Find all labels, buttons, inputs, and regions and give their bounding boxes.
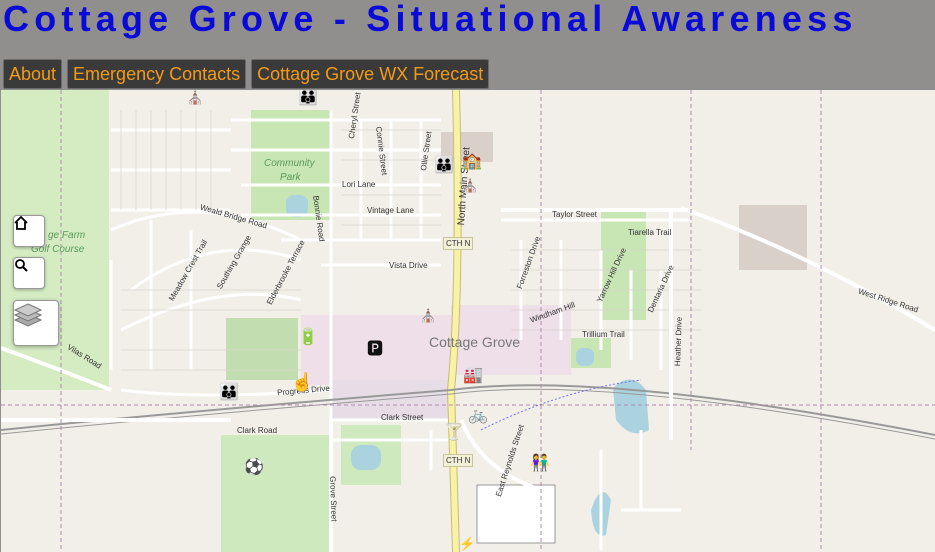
pond-south <box>351 445 381 470</box>
page-title: Cottage Grove - Situational Awareness <box>3 0 858 39</box>
sports-icon[interactable]: ⚽ <box>244 460 264 476</box>
map-view[interactable]: Community Park ge Farm Golf Course Cotta… <box>1 90 935 552</box>
layers-icon <box>14 303 42 327</box>
school-icon[interactable]: 🏫 <box>462 154 482 170</box>
home-button[interactable] <box>13 215 45 247</box>
home-icon <box>14 216 28 230</box>
church-icon[interactable]: ⛪ <box>187 90 203 106</box>
church-icon[interactable]: ⛪ <box>462 178 478 194</box>
park-strip-east <box>601 210 646 320</box>
nav-about-button[interactable]: About <box>3 59 63 89</box>
park-label-community: Community <box>264 158 315 169</box>
wetland-pond <box>613 379 649 434</box>
battery-icon[interactable]: 🔋 <box>298 330 318 346</box>
street-label: Heather Drive <box>673 316 684 367</box>
building <box>739 205 807 270</box>
route-shield: CTH N <box>443 454 474 467</box>
park-area <box>226 318 298 380</box>
street-label: Lori Lane <box>342 180 376 189</box>
park-area-south <box>221 435 331 552</box>
bicycle-icon[interactable]: 🚲 <box>468 408 488 424</box>
street-label: Tiarella Trail <box>628 228 672 237</box>
nav-emergency-contacts-button[interactable]: Emergency Contacts <box>67 59 247 89</box>
nav-bar: About Emergency Contacts Cottage Grove W… <box>3 59 490 89</box>
street-label: Vintage Lane <box>367 206 415 215</box>
street-label: Clark Road <box>237 426 278 435</box>
family-shelter-icon[interactable]: 👪 <box>219 385 239 401</box>
elderly-icon[interactable]: 👫 <box>530 456 550 472</box>
street-label: Vista Drive <box>389 261 428 270</box>
street-label: Taylor Street <box>552 210 597 219</box>
family-shelter-icon[interactable]: 👪 <box>434 158 454 174</box>
app-header: Cottage Grove - Situational Awareness Ab… <box>0 0 935 90</box>
factory-icon[interactable]: 🏭 <box>463 368 483 384</box>
street-label: Grove Street <box>328 476 339 522</box>
building-school <box>476 484 556 544</box>
cursor-hand-icon: ☝ <box>291 372 314 392</box>
park-label-farm: ge Farm <box>48 230 86 241</box>
park-label-park: Park <box>280 172 301 183</box>
bar-icon[interactable]: 🍸 <box>444 425 464 441</box>
nav-wx-forecast-button[interactable]: Cottage Grove WX Forecast <box>251 59 490 89</box>
west-ridge-road <box>680 206 935 332</box>
search-button[interactable] <box>13 257 45 289</box>
parking-icon[interactable]: 🅿 <box>367 342 383 358</box>
family-shelter-icon[interactable]: 👪 <box>298 90 318 106</box>
route-shield: CTH N <box>443 237 474 250</box>
layers-button[interactable] <box>13 300 59 346</box>
power-tower-icon[interactable]: ⚡ <box>459 536 475 552</box>
street-label: Trillium Trail <box>582 330 625 339</box>
search-icon <box>15 259 28 272</box>
church-icon[interactable]: ⛪ <box>420 308 436 324</box>
street-label: Clark Street <box>381 413 424 422</box>
pond-east <box>576 348 594 366</box>
town-label: Cottage Grove <box>429 334 521 350</box>
